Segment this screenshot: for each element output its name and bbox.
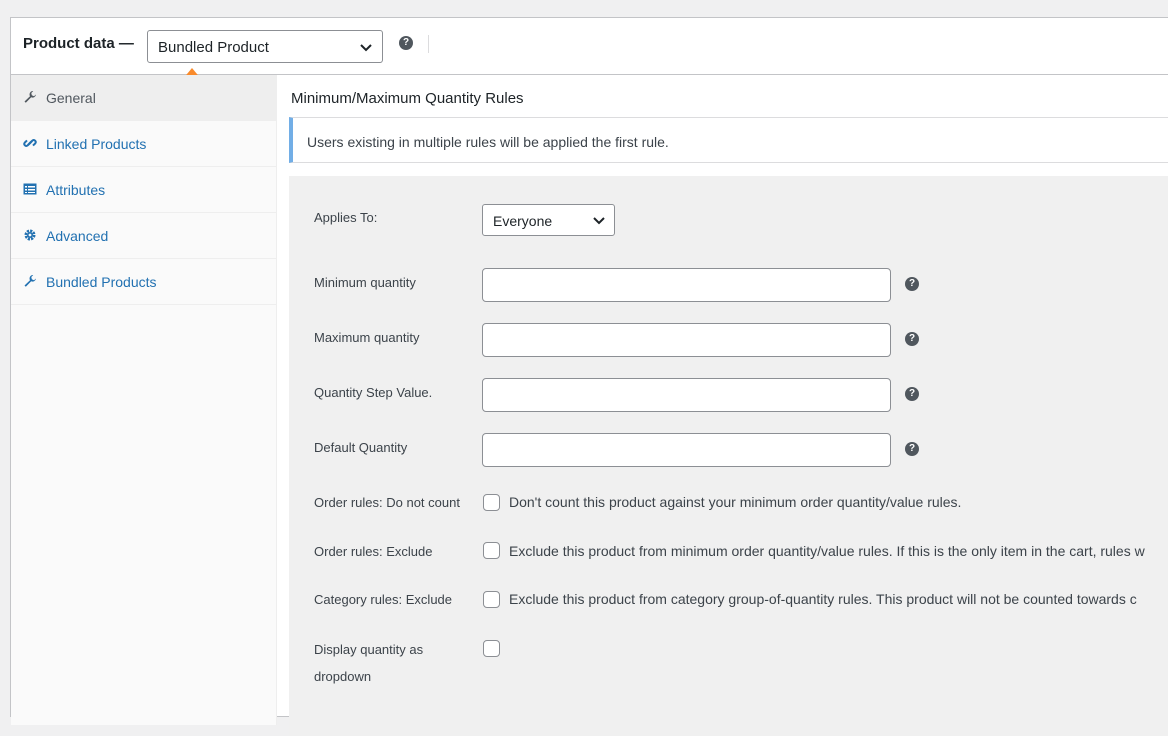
order-rules-do-not-count-checkbox[interactable] <box>483 494 500 511</box>
product-type-value: Bundled Product <box>158 39 269 56</box>
help-icon[interactable]: ? <box>399 36 413 50</box>
product-data-title: Product data — <box>23 35 134 52</box>
default-quantity-label: Default Quantity <box>314 440 408 455</box>
notice-text: Users existing in multiple rules will be… <box>307 134 669 150</box>
maximum-quantity-label: Maximum quantity <box>314 330 420 345</box>
maximum-quantity-input[interactable] <box>482 323 891 357</box>
order-rules-do-not-count-label: Order rules: Do not count <box>314 495 460 510</box>
quantity-step-input[interactable] <box>482 378 891 412</box>
minimum-quantity-input[interactable] <box>482 268 891 302</box>
link-icon <box>23 139 37 147</box>
order-rules-exclude-checkbox[interactable] <box>483 542 500 559</box>
help-icon[interactable]: ? <box>905 332 919 346</box>
help-icon[interactable]: ? <box>905 442 919 456</box>
category-rules-exclude-text: Exclude this product from category group… <box>509 591 1137 607</box>
tab-linked-products[interactable]: Linked Products <box>11 121 276 167</box>
quantity-rules-form: Applies To: Everyone Minimum quantity ? … <box>289 176 1168 736</box>
general-tab-panel: Minimum/Maximum Quantity Rules Users exi… <box>277 75 1168 736</box>
wrench-icon <box>24 275 36 287</box>
applies-to-value: Everyone <box>493 213 553 229</box>
tab-advanced-label: Advanced <box>46 228 109 244</box>
order-rules-do-not-count-text: Don't count this product against your mi… <box>509 494 962 510</box>
tab-attributes[interactable]: Attributes <box>11 167 276 213</box>
product-type-select[interactable]: Bundled Product <box>147 30 383 63</box>
display-quantity-dropdown-checkbox[interactable] <box>483 640 500 657</box>
section-title: Minimum/Maximum Quantity Rules <box>291 90 524 107</box>
tab-bundled-products-label: Bundled Products <box>46 274 157 290</box>
header-divider <box>428 35 429 53</box>
tab-bundled-products[interactable]: Bundled Products <box>11 259 276 305</box>
list-icon <box>23 183 37 195</box>
tab-advanced[interactable]: Advanced <box>11 213 276 259</box>
product-data-tabs: General Linked Products Attributes Advan… <box>11 75 277 725</box>
tab-linked-products-label: Linked Products <box>46 136 147 152</box>
tab-attributes-label: Attributes <box>46 182 106 198</box>
category-rules-exclude-label: Category rules: Exclude <box>314 592 453 607</box>
chevron-down-icon <box>593 217 605 225</box>
product-data-header: Product data — Bundled Product ? <box>11 18 1168 75</box>
gear-icon <box>24 229 36 241</box>
quantity-step-label: Quantity Step Value. <box>314 385 433 400</box>
help-icon[interactable]: ? <box>905 387 919 401</box>
info-notice: Users existing in multiple rules will be… <box>289 117 1168 163</box>
order-rules-exclude-text: Exclude this product from minimum order … <box>509 543 1145 559</box>
tab-general[interactable]: General <box>11 75 276 121</box>
chevron-down-icon <box>360 44 372 52</box>
product-data-panel: Product data — Bundled Product ? General… <box>10 17 1168 736</box>
tab-general-label: General <box>46 90 96 106</box>
applies-to-select[interactable]: Everyone <box>482 204 615 236</box>
minimum-quantity-label: Minimum quantity <box>314 275 416 290</box>
default-quantity-input[interactable] <box>482 433 891 467</box>
wrench-icon <box>24 91 36 103</box>
category-rules-exclude-checkbox[interactable] <box>483 591 500 608</box>
display-quantity-dropdown-label: Display quantity as dropdown <box>314 642 424 684</box>
help-icon[interactable]: ? <box>905 277 919 291</box>
order-rules-exclude-label: Order rules: Exclude <box>314 544 433 559</box>
applies-to-label: Applies To: <box>314 210 378 225</box>
